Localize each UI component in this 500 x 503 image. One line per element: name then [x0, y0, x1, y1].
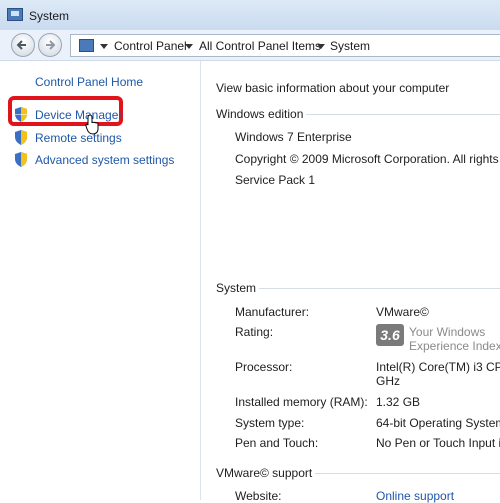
forward-button[interactable] — [38, 33, 62, 57]
service-pack-value: Service Pack 1 — [235, 173, 316, 187]
memory-label: Installed memory (RAM): — [235, 395, 368, 409]
pen-touch-label: Pen and Touch: — [235, 436, 319, 450]
copyright-clip: Copyright © 2009 Microsoft Corporation. … — [235, 152, 500, 166]
back-button[interactable] — [11, 33, 35, 57]
memory-value: 1.32 GB — [376, 395, 421, 409]
windows-edition-title: Windows edition — [216, 107, 307, 121]
chevron-down-icon[interactable] — [185, 44, 193, 49]
processor-clip: Intel(R) Core(TM) i3 CPU — [376, 360, 500, 374]
section-divider — [300, 114, 500, 115]
website-label: Website: — [235, 489, 282, 503]
manufacturer-label: Manufacturer: — [235, 305, 310, 319]
breadcrumb-system[interactable]: System — [330, 39, 370, 53]
system-type-label: System type: — [235, 416, 305, 430]
copyright-text: Copyright © 2009 Microsoft Corporation. … — [235, 152, 500, 166]
processor-value-line2: GHz — [376, 374, 400, 388]
pen-touch-value: No Pen or Touch Input is available — [376, 436, 500, 450]
hand-cursor-icon — [85, 114, 99, 135]
section-divider — [312, 473, 500, 474]
manufacturer-value: VMware© — [376, 305, 429, 319]
sidebar-item-advanced-settings[interactable]: Advanced system settings — [35, 153, 174, 167]
chevron-down-icon[interactable] — [317, 44, 325, 49]
system-type-value: 64-bit Operating System — [376, 416, 500, 430]
system-section-title: System — [216, 281, 260, 295]
rating-clip: Your Windows Experience Index needs to b… — [409, 325, 500, 355]
sidebar-item-device-manager[interactable]: Device Manager — [35, 108, 122, 122]
shield-icon — [15, 152, 27, 167]
window-titlebar: System — [0, 0, 500, 31]
forward-arrow-icon — [46, 40, 56, 50]
shield-icon — [15, 107, 27, 122]
shield-icon — [15, 130, 27, 145]
breadcrumb-control-panel[interactable]: Control Panel — [114, 39, 187, 53]
windows-edition-value: Windows 7 Enterprise — [235, 130, 352, 144]
sidebar-item-remote-settings[interactable]: Remote settings — [35, 131, 122, 145]
online-support-link[interactable]: Online support — [376, 489, 454, 503]
navigation-bar: Control Panel All Control Panel Items Sy… — [0, 30, 500, 61]
processor-value: Intel(R) Core(TM) i3 CPU — [376, 360, 500, 374]
breadcrumb-all-items[interactable]: All Control Panel Items — [199, 39, 321, 53]
pen-touch-clip: No Pen or Touch Input is available — [376, 436, 500, 450]
control-panel-icon — [79, 39, 94, 52]
back-arrow-icon — [16, 40, 26, 50]
processor-label: Processor: — [235, 360, 293, 374]
rating-label: Rating: — [235, 325, 274, 339]
page-heading: View basic information about your comput… — [216, 81, 450, 95]
system-type-clip: 64-bit Operating System — [376, 416, 500, 430]
section-divider — [255, 288, 500, 289]
address-bar[interactable]: Control Panel All Control Panel Items Sy… — [70, 34, 500, 57]
rating-value[interactable]: Your Windows Experience Index needs to b… — [409, 325, 500, 355]
experience-index-badge[interactable]: 3.6 — [376, 324, 404, 346]
control-panel-home-link[interactable]: Control Panel Home — [35, 75, 143, 89]
chevron-down-icon[interactable] — [100, 44, 108, 49]
support-section-title: VMware© support — [216, 466, 316, 480]
system-icon — [7, 8, 23, 21]
window-title: System — [29, 9, 70, 23]
